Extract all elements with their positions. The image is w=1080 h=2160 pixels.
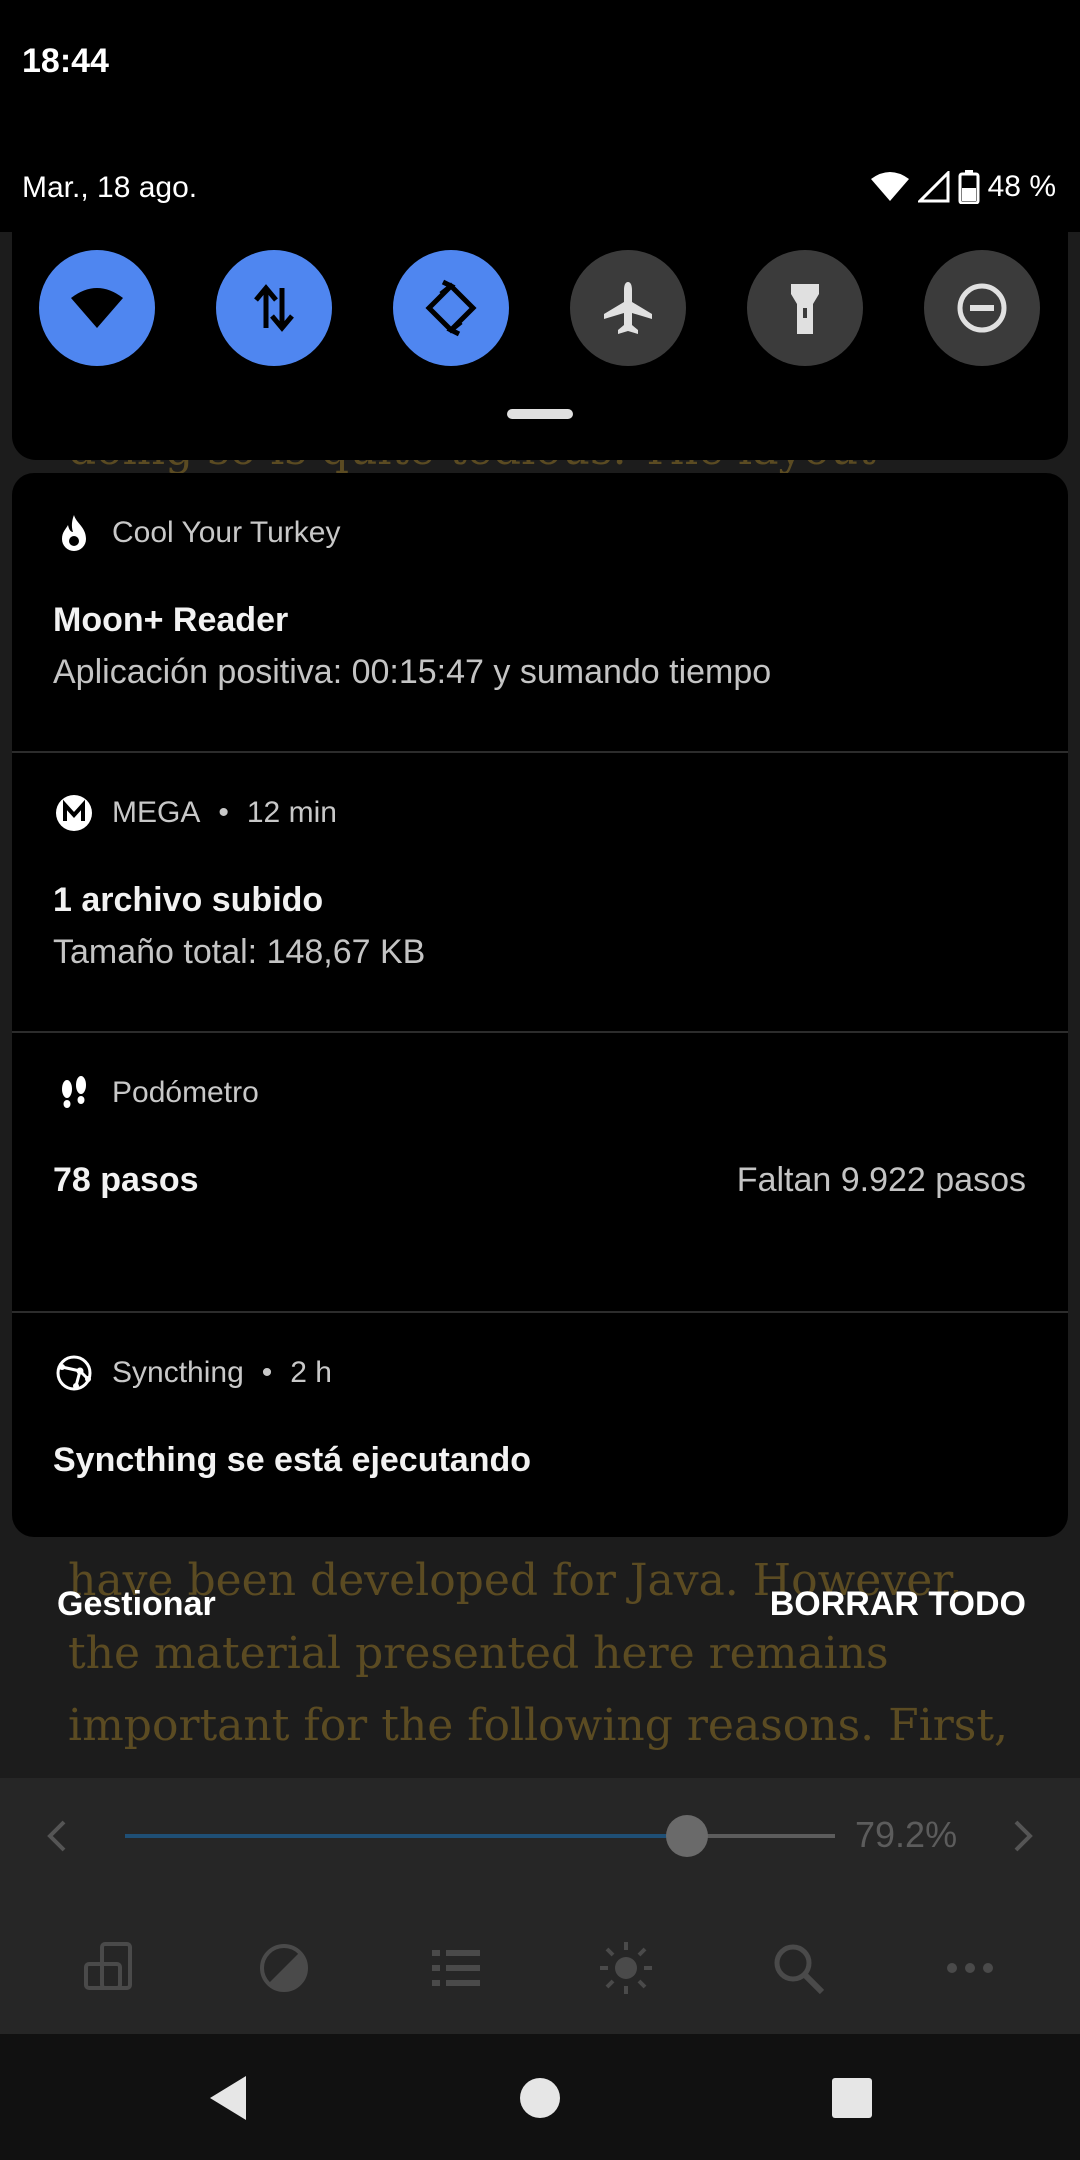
clear-all-button[interactable]: BORRAR TODO bbox=[770, 1585, 1026, 1624]
home-icon[interactable] bbox=[512, 2070, 568, 2126]
notification-mega[interactable]: MEGA • 12 min 1 archivo subido Tamaño to… bbox=[12, 753, 1068, 1031]
reader-text-line: important for the following reasons. Fir… bbox=[68, 1700, 1009, 1751]
qs-tile-mobile-data[interactable] bbox=[216, 250, 332, 366]
qs-tile-do-not-disturb[interactable] bbox=[924, 250, 1040, 366]
mega-icon bbox=[54, 793, 94, 833]
brightness-icon[interactable] bbox=[598, 1940, 654, 1996]
reading-progress-thumb[interactable] bbox=[666, 1815, 709, 1857]
separator-dot: • bbox=[261, 1356, 273, 1389]
notification-title: Moon+ Reader bbox=[53, 601, 289, 639]
recents-icon[interactable] bbox=[824, 2070, 880, 2126]
qs-tile-auto-rotate[interactable] bbox=[393, 250, 509, 366]
notification-title: Syncthing se está ejecutando bbox=[53, 1441, 532, 1479]
list-icon[interactable] bbox=[428, 1940, 484, 1996]
separator-dot: • bbox=[218, 796, 229, 829]
data-arrows-icon bbox=[254, 284, 294, 332]
theme-contrast-icon[interactable] bbox=[256, 1940, 312, 1996]
qs-tile-flashlight[interactable] bbox=[747, 250, 863, 366]
notification-list: Cool Your Turkey Moon+ Reader Aplicación… bbox=[12, 473, 1068, 1537]
notification-time: 12 min bbox=[246, 796, 337, 829]
reader-text-line: the material presented here remains bbox=[68, 1628, 889, 1679]
reading-progress-slider[interactable] bbox=[125, 1834, 835, 1838]
notification-text: Aplicación positiva: 00:15:47 y sumando … bbox=[53, 653, 772, 691]
search-icon[interactable] bbox=[770, 1940, 826, 1996]
battery-percentage: 48 % bbox=[987, 170, 1056, 203]
next-chevron-icon[interactable] bbox=[1010, 1818, 1036, 1854]
battery-icon bbox=[958, 170, 980, 204]
airplane-icon bbox=[604, 282, 652, 334]
notification-title: 78 pasos bbox=[53, 1161, 199, 1199]
more-icon[interactable] bbox=[942, 1940, 998, 1996]
notification-text: Tamaño total: 148,67 KB bbox=[53, 933, 426, 971]
rotate-icon bbox=[425, 279, 477, 337]
app-name: Syncthing bbox=[112, 1356, 244, 1389]
wifi-icon bbox=[71, 288, 123, 328]
date-label[interactable]: Mar., 18 ago. bbox=[22, 171, 197, 205]
screen-orientation-icon[interactable] bbox=[82, 1940, 138, 1996]
manage-button[interactable]: Gestionar bbox=[57, 1585, 216, 1624]
notification-header: MEGA • 12 min bbox=[54, 793, 337, 833]
notification-cool-your-turkey[interactable]: Cool Your Turkey Moon+ Reader Aplicación… bbox=[12, 473, 1068, 751]
notification-time: 2 h bbox=[290, 1356, 332, 1389]
shade-drag-handle[interactable] bbox=[507, 409, 573, 419]
qs-tile-wifi[interactable] bbox=[39, 250, 155, 366]
notification-podometro[interactable]: Podómetro 78 pasos Faltan 9.922 pasos bbox=[12, 1033, 1068, 1311]
app-name: Podómetro bbox=[112, 1076, 259, 1109]
remaining-steps: Faltan 9.922 pasos bbox=[736, 1161, 1026, 1199]
reading-progress-fill bbox=[125, 1834, 688, 1838]
navigation-bar bbox=[0, 2034, 1080, 2160]
app-name: Cool Your Turkey bbox=[112, 516, 341, 549]
notification-syncthing[interactable]: Syncthing • 2 h Syncthing se está ejecut… bbox=[12, 1313, 1068, 1537]
flashlight-icon bbox=[791, 284, 819, 334]
wifi-icon bbox=[870, 172, 909, 201]
previous-chevron-icon[interactable] bbox=[44, 1818, 70, 1854]
syncthing-icon bbox=[54, 1353, 94, 1393]
back-icon[interactable] bbox=[200, 2070, 256, 2126]
dnd-icon bbox=[957, 283, 1007, 333]
notification-header: Podómetro bbox=[54, 1073, 259, 1113]
quick-settings-panel bbox=[12, 218, 1068, 460]
reading-progress-label: 79.2% bbox=[855, 1814, 958, 1855]
notification-title: 1 archivo subido bbox=[53, 881, 324, 919]
notification-header: Syncthing • 2 h bbox=[54, 1353, 332, 1393]
clock: 18:44 bbox=[22, 42, 109, 80]
status-icons: 48 % bbox=[870, 166, 1056, 208]
footprints-icon bbox=[54, 1073, 94, 1113]
qs-tile-airplane-mode[interactable] bbox=[570, 250, 686, 366]
notification-header: Cool Your Turkey bbox=[54, 513, 340, 553]
app-name: MEGA bbox=[112, 796, 201, 829]
signal-icon bbox=[917, 171, 950, 203]
flame-icon bbox=[54, 513, 94, 553]
